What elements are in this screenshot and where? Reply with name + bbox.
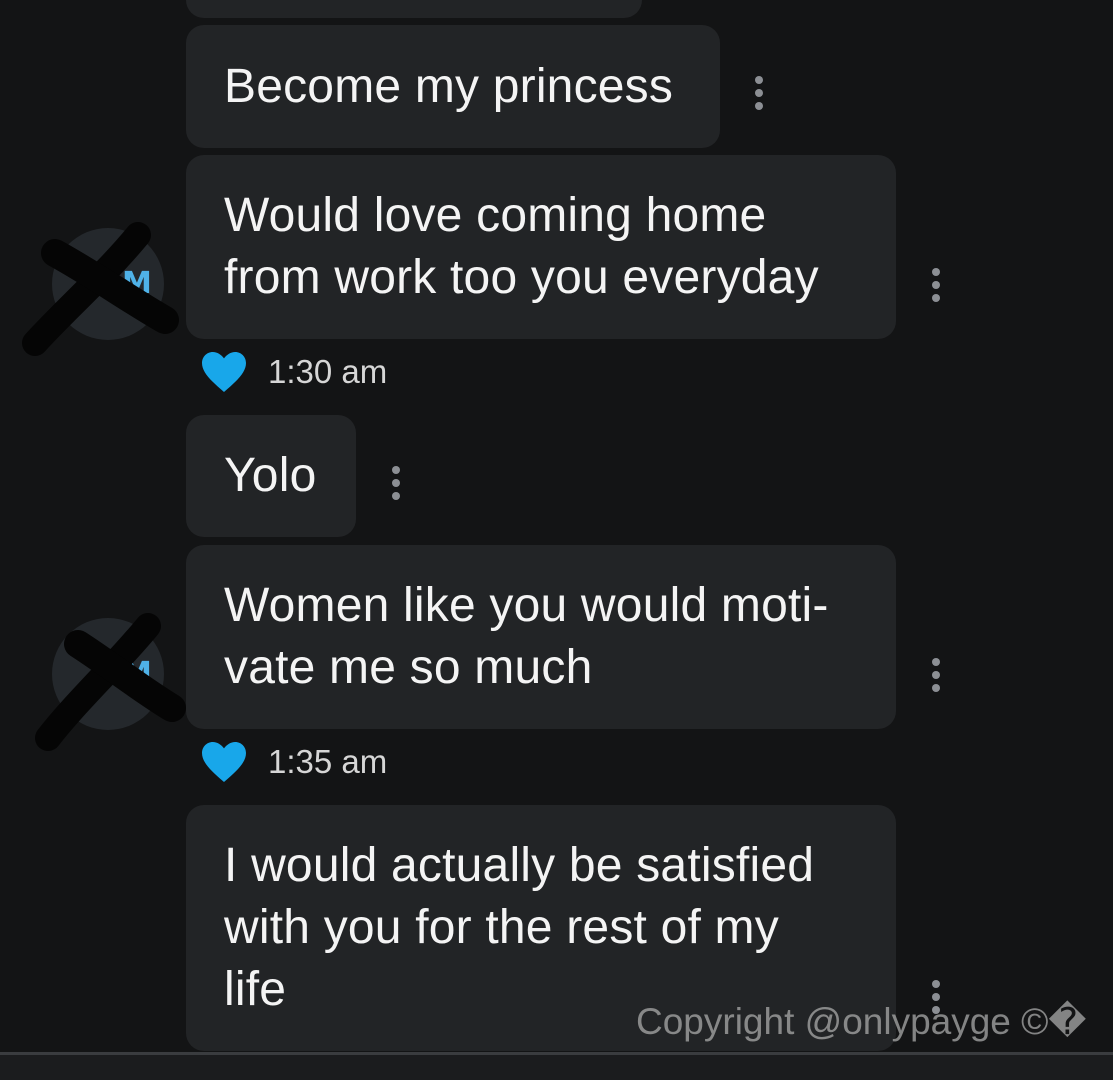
message-text-line: from work too you everyday xyxy=(224,251,819,304)
message-meta: 1:30 am xyxy=(200,350,387,394)
avatar-initial: M xyxy=(122,656,152,691)
message-bubble-partial[interactable] xyxy=(186,0,642,18)
message-bubble[interactable]: Would love coming home from work too you… xyxy=(186,155,896,339)
avatar-initial: M xyxy=(122,266,152,301)
message-text: Yolo xyxy=(224,449,317,502)
bottom-bar xyxy=(0,1052,1113,1080)
message-bubble[interactable]: Become my princess xyxy=(186,25,720,148)
avatar[interactable]: M xyxy=(52,618,164,730)
message-text-line: I would actually be satisfied xyxy=(224,839,815,892)
message-bubble[interactable]: Yolo xyxy=(186,415,356,537)
more-vertical-icon[interactable] xyxy=(931,658,941,692)
message-meta: 1:35 am xyxy=(200,740,387,784)
watermark: Copyright @onlypayge ©� xyxy=(636,1001,1087,1042)
heart-icon[interactable] xyxy=(200,740,248,784)
more-vertical-icon[interactable] xyxy=(754,76,764,110)
message-timestamp: 1:35 am xyxy=(268,743,388,780)
message-text-line: vate me so much xyxy=(224,641,593,694)
message-text-line: Would love coming home xyxy=(224,189,767,242)
message-timestamp: 1:30 am xyxy=(268,353,388,390)
more-vertical-icon[interactable] xyxy=(391,466,401,500)
avatar[interactable]: M xyxy=(52,228,164,340)
more-vertical-icon[interactable] xyxy=(931,268,941,302)
message-text: Become my princess xyxy=(224,59,674,113)
chat-screen: Become my princess Would love coming hom… xyxy=(0,0,1113,1080)
message-text-line: Women like you would moti- xyxy=(224,579,829,632)
message-bubble[interactable]: Women like you would moti- vate me so mu… xyxy=(186,545,896,729)
message-text-line: with you for the rest of my xyxy=(224,901,779,954)
heart-icon[interactable] xyxy=(200,350,248,394)
